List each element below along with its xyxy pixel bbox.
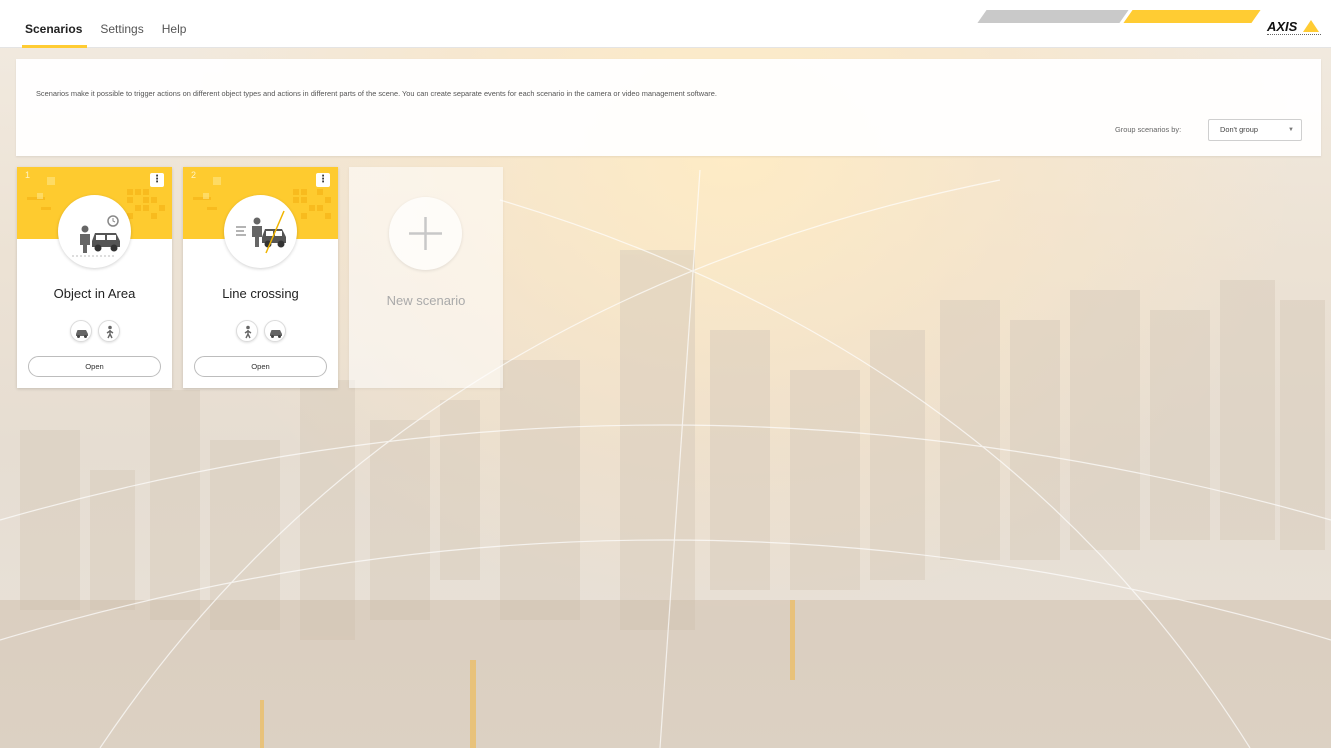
scenario-card: 1 ⋮ Object in Area Open bbox=[17, 167, 172, 388]
line-crossing-icon bbox=[224, 195, 297, 268]
new-scenario-card[interactable]: New scenario bbox=[349, 167, 503, 388]
logo-triangle-icon bbox=[1303, 20, 1319, 32]
vehicle-icon bbox=[69, 320, 92, 342]
scenario-card: 2 ⋮ Line crossing Open bbox=[183, 167, 338, 388]
more-options-icon[interactable]: ⋮ bbox=[316, 173, 330, 187]
object-type-icons bbox=[17, 320, 172, 342]
top-navigation: Scenarios Settings Help AXIS bbox=[0, 0, 1331, 48]
object-type-icons bbox=[183, 320, 338, 342]
plus-icon[interactable] bbox=[389, 197, 462, 270]
logo-text: AXIS bbox=[1267, 19, 1298, 34]
nav-tabs: Scenarios Settings Help bbox=[21, 0, 188, 48]
tab-help[interactable]: Help bbox=[161, 0, 188, 48]
open-scenario-button[interactable]: Open bbox=[194, 356, 327, 377]
open-scenario-button[interactable]: Open bbox=[28, 356, 161, 377]
object-in-area-icon bbox=[58, 195, 131, 268]
human-icon bbox=[97, 320, 120, 342]
logo-subtext bbox=[1267, 34, 1321, 36]
vehicle-icon bbox=[263, 320, 286, 342]
scenario-title: Line crossing bbox=[222, 286, 299, 301]
axis-logo: AXIS bbox=[1267, 19, 1321, 39]
dropdown-arrow-icon: ▼ bbox=[1288, 127, 1294, 133]
more-options-icon[interactable]: ⋮ bbox=[150, 173, 164, 187]
decorative-stripe-yellow bbox=[1123, 10, 1261, 23]
human-icon bbox=[235, 320, 258, 342]
scenario-id: 1 bbox=[25, 170, 31, 180]
new-scenario-label: New scenario bbox=[386, 293, 466, 308]
scenarios-description: Scenarios make it possible to trigger ac… bbox=[36, 89, 717, 98]
group-select-value: Don't group bbox=[1220, 125, 1258, 134]
scenario-title: Object in Area bbox=[53, 286, 136, 301]
tab-scenarios[interactable]: Scenarios bbox=[21, 0, 88, 48]
info-panel: Scenarios make it possible to trigger ac… bbox=[16, 59, 1321, 156]
decorative-stripe-gray bbox=[977, 10, 1129, 23]
group-scenarios-select[interactable]: Don't group ▼ bbox=[1208, 119, 1302, 141]
scenario-id: 2 bbox=[191, 170, 197, 180]
group-scenarios-label: Group scenarios by: bbox=[1115, 125, 1182, 134]
tab-settings[interactable]: Settings bbox=[99, 0, 144, 48]
